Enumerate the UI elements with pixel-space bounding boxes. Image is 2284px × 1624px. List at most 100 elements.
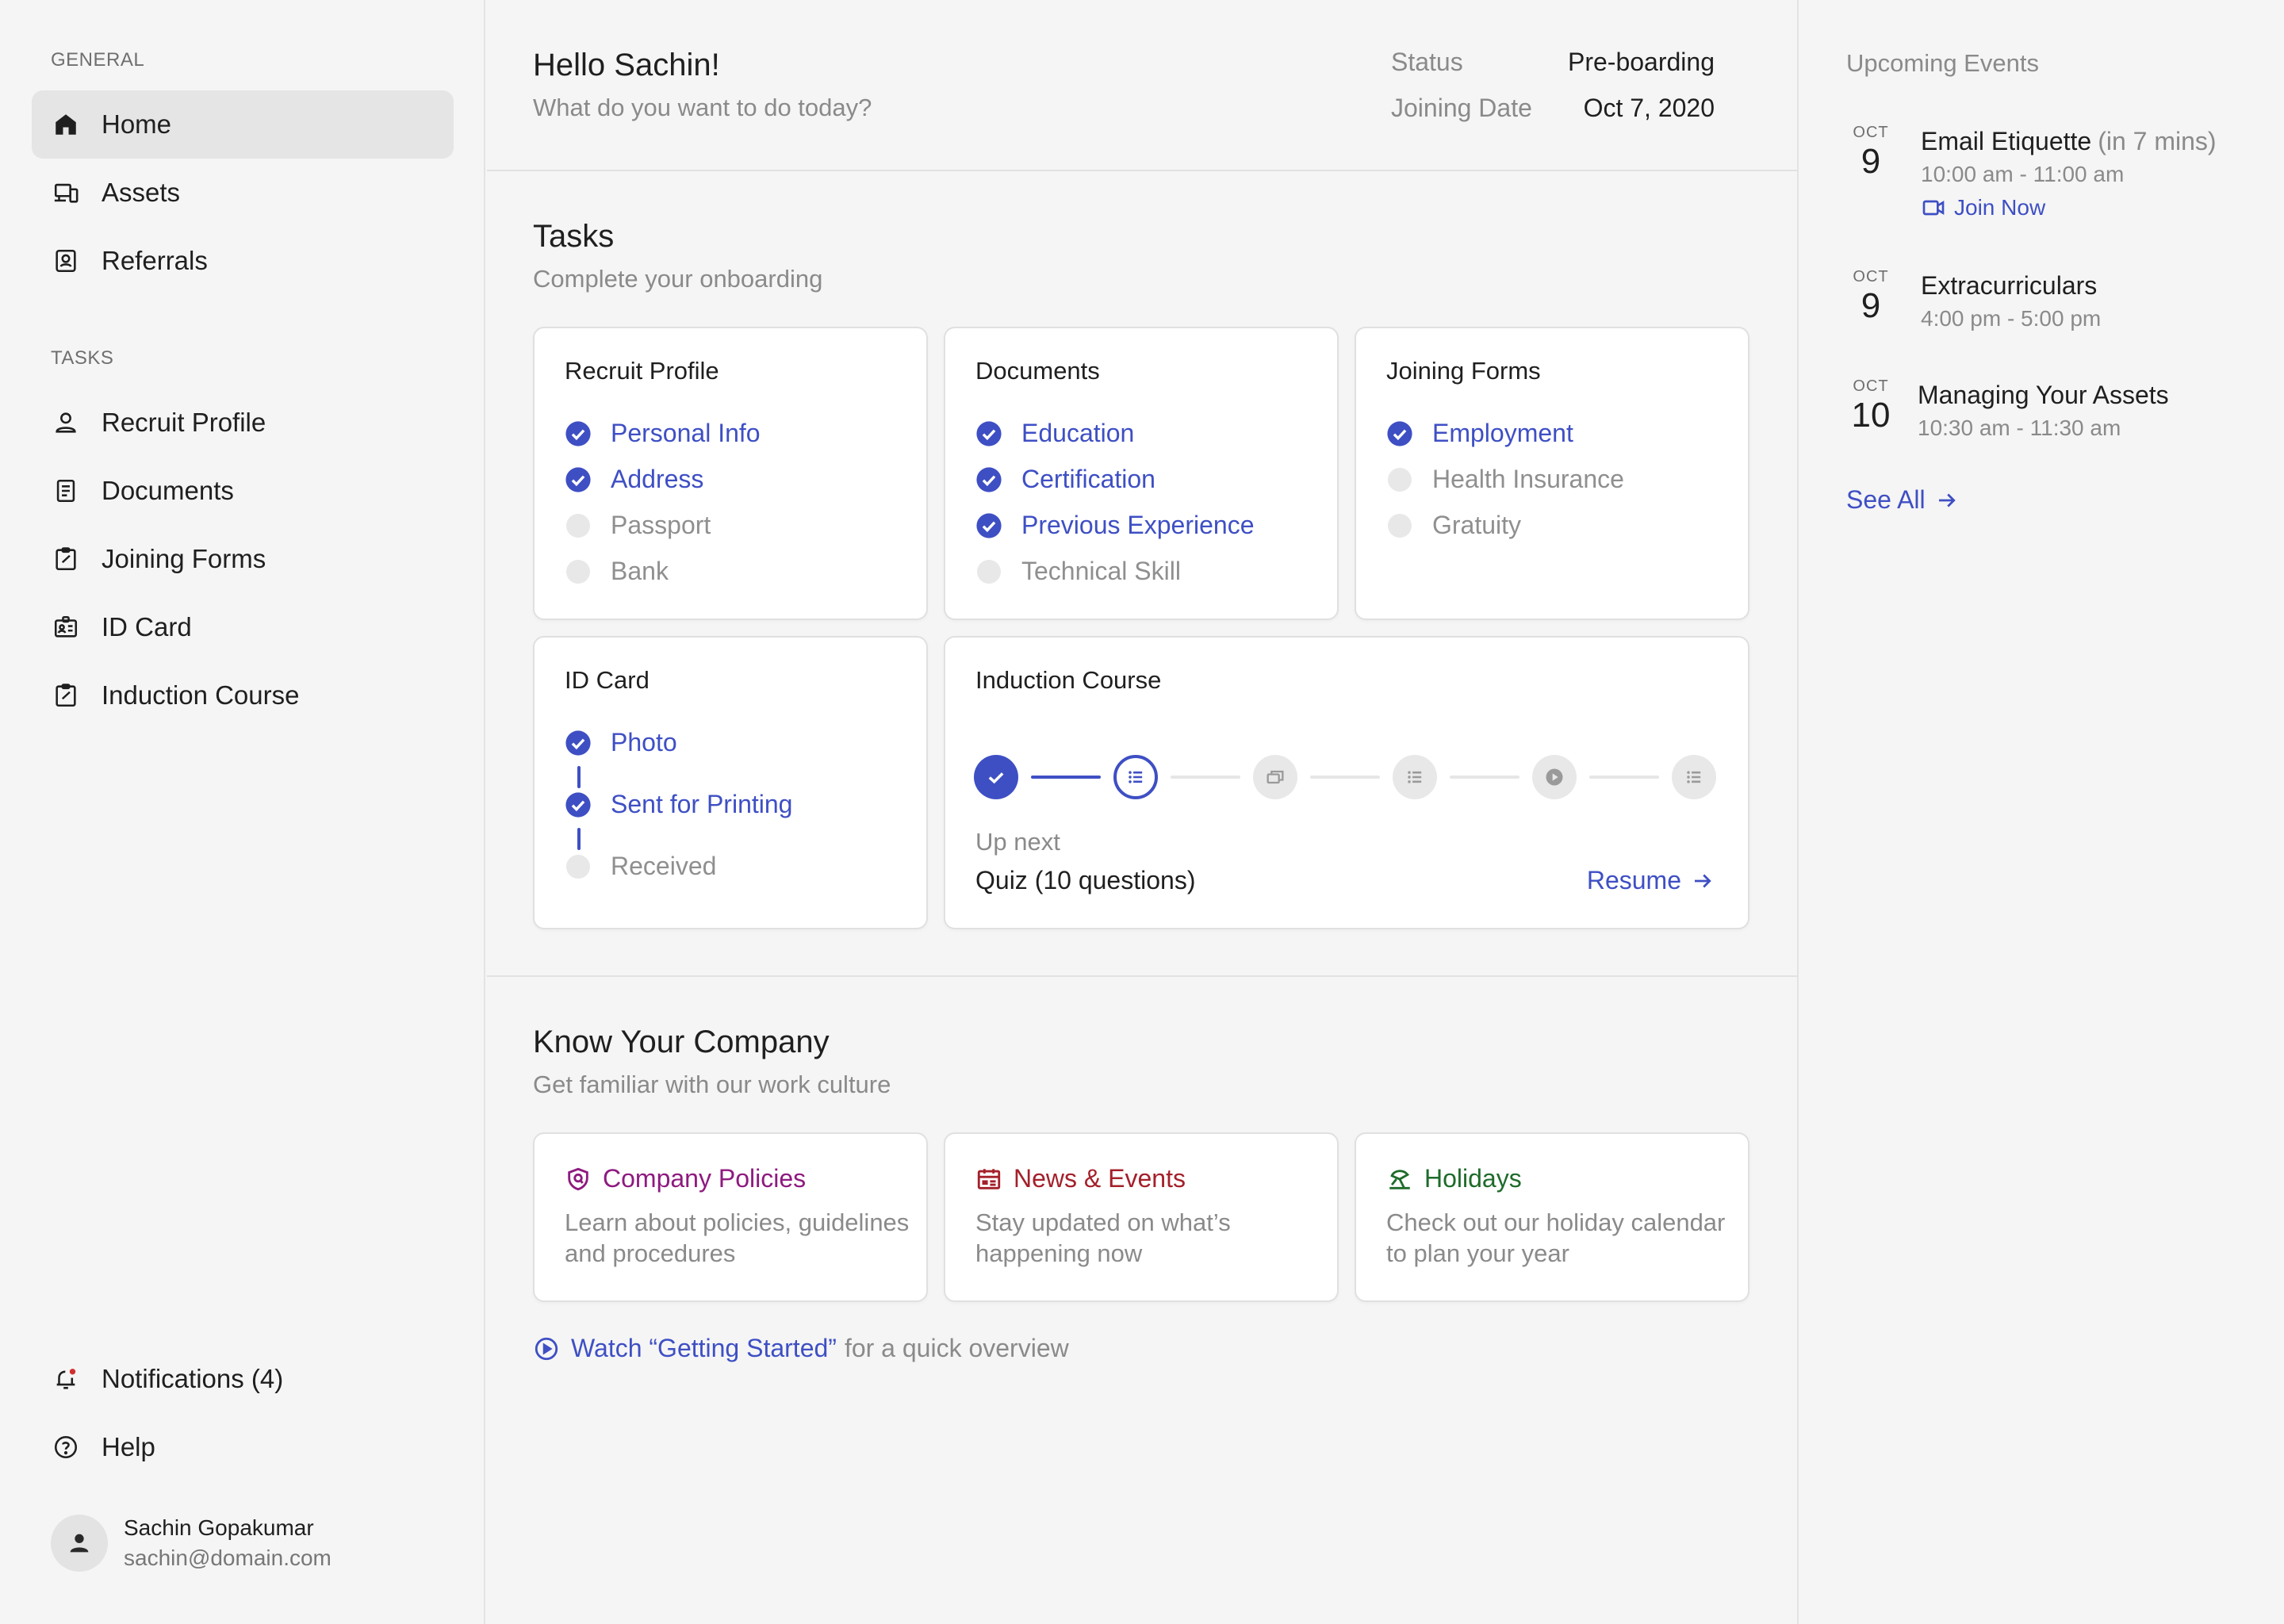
- card-title: Joining Forms: [1386, 357, 1541, 385]
- sidebar-item-label: Recruit Profile: [102, 408, 266, 437]
- sidebar-item-documents[interactable]: Documents: [32, 457, 454, 525]
- check-circle-icon: [975, 512, 1002, 539]
- sidebar-item-joining-forms[interactable]: Joining Forms: [32, 525, 454, 593]
- course-step-slides[interactable]: [1253, 755, 1297, 799]
- user-profile[interactable]: Sachin Gopakumar sachin@domain.com: [51, 1513, 331, 1573]
- course-step-quiz[interactable]: [1672, 755, 1716, 799]
- task-item-photo[interactable]: Photo: [565, 728, 677, 757]
- card-title: Company Policies: [565, 1164, 806, 1193]
- main-content: Hello Sachin! What do you want to do tod…: [487, 0, 1799, 1624]
- status-label: Status: [1391, 48, 1463, 76]
- course-step-video[interactable]: [1532, 755, 1577, 799]
- event-item[interactable]: OCT 9 Extracurriculars 4:00 pm - 5:00 pm: [1846, 268, 2259, 347]
- course-step-completed[interactable]: [974, 755, 1018, 799]
- sidebar-item-label: Home: [102, 109, 172, 139]
- sidebar-item-recruit-profile[interactable]: Recruit Profile: [32, 389, 454, 457]
- event-date: OCT 9: [1853, 268, 1889, 325]
- resume-button[interactable]: Resume: [1587, 866, 1715, 895]
- watch-video-link[interactable]: Watch “Getting Started”: [571, 1334, 837, 1363]
- event-item[interactable]: OCT 9 Email Etiquette (in 7 mins) 10:00 a…: [1846, 124, 2259, 235]
- sidebar-item-help[interactable]: Help: [32, 1413, 454, 1481]
- task-item-bank[interactable]: Bank: [565, 557, 669, 586]
- documents-card[interactable]: Documents Education Certification Previo…: [944, 327, 1339, 620]
- check-circle-icon: [975, 466, 1002, 493]
- calendar-icon: [977, 1168, 1001, 1189]
- arrow-right-icon: [1938, 493, 1956, 507]
- play-circle-icon: [535, 1337, 558, 1360]
- task-item-previous-experience[interactable]: Previous Experience: [975, 511, 1254, 540]
- check-circle-icon: [565, 791, 592, 818]
- joining-date-value: Oct 7, 2020: [1583, 94, 1715, 122]
- course-step-current[interactable]: [1113, 755, 1158, 799]
- step-connector: [1450, 776, 1519, 779]
- sidebar-item-home[interactable]: Home: [32, 90, 454, 159]
- section-divider: [487, 975, 1797, 977]
- sidebar-item-referrals[interactable]: Referrals: [32, 227, 454, 295]
- sidebar-item-label: Assets: [102, 178, 181, 207]
- task-item-gratuity[interactable]: Gratuity: [1386, 511, 1521, 540]
- watch-getting-started: Watch “Getting Started” for a quick over…: [533, 1334, 1069, 1363]
- task-item-passport[interactable]: Passport: [565, 511, 711, 540]
- tasks-subtitle: Complete your onboarding: [533, 265, 823, 293]
- induction-course-card[interactable]: Induction Course Up next Quiz (10 questi…: [944, 636, 1749, 929]
- task-item-address[interactable]: Address: [565, 465, 703, 494]
- company-subtitle: Get familiar with our work culture: [533, 1071, 891, 1098]
- home-icon: [52, 111, 79, 138]
- course-step-reading[interactable]: [1393, 755, 1437, 799]
- joining-date-label: Joining Date: [1391, 94, 1532, 122]
- id-card-card[interactable]: ID Card Photo Sent for Printing Received: [533, 636, 928, 929]
- check-circle-icon: [565, 420, 592, 447]
- page-title: Hello Sachin!: [533, 48, 720, 82]
- event-date: OCT 10: [1851, 377, 1891, 435]
- video-camera-icon: [1922, 200, 1945, 216]
- arrow-right-icon: [1695, 874, 1711, 887]
- event-time: 4:00 pm - 5:00 pm: [1921, 306, 2102, 331]
- check-icon: [988, 772, 1004, 784]
- event-date: OCT 9: [1853, 124, 1889, 181]
- sidebar-item-notifications[interactable]: Notifications (4): [32, 1345, 454, 1413]
- company-policies-card[interactable]: Company Policies Learn about policies, g…: [533, 1132, 928, 1302]
- task-item-received[interactable]: Received: [565, 852, 716, 881]
- sidebar-item-label: Referrals: [102, 246, 208, 275]
- person-icon: [52, 409, 79, 436]
- up-next-item: Quiz (10 questions): [975, 866, 1196, 894]
- card-title: Induction Course: [975, 666, 1162, 694]
- event-name: Email Etiquette (in 7 mins): [1921, 127, 2217, 155]
- recruit-profile-card[interactable]: Recruit Profile Personal Info Address Pa…: [533, 327, 928, 620]
- task-item-health-insurance[interactable]: Health Insurance: [1386, 465, 1624, 494]
- empty-circle-icon: [975, 558, 1002, 585]
- up-next-label: Up next: [975, 828, 1060, 856]
- news-events-card[interactable]: News & Events Stay updated on what’s hap…: [944, 1132, 1339, 1302]
- devices-icon: [52, 179, 79, 206]
- task-item-certification[interactable]: Certification: [975, 465, 1155, 494]
- user-name: Sachin Gopakumar: [124, 1515, 314, 1540]
- event-time: 10:00 am - 11:00 am: [1921, 162, 2125, 186]
- task-item-technical-skill[interactable]: Technical Skill: [975, 557, 1181, 586]
- tasks-section-label: TASKS: [51, 347, 114, 369]
- task-item-education[interactable]: Education: [975, 419, 1134, 448]
- empty-circle-icon: [1386, 512, 1413, 539]
- event-countdown: (in 7 mins): [2098, 127, 2217, 155]
- joining-forms-card[interactable]: Joining Forms Employment Health Insuranc…: [1355, 327, 1749, 620]
- event-item[interactable]: OCT 10 Managing Your Assets 10:30 am - 1…: [1846, 377, 2259, 457]
- shield-icon: [568, 1167, 588, 1190]
- empty-circle-icon: [565, 512, 592, 539]
- card-description: Check out our holiday calendar to plan y…: [1386, 1208, 1726, 1267]
- sidebar-item-id-card[interactable]: ID Card: [32, 593, 454, 661]
- see-all-link[interactable]: See All: [1846, 485, 1959, 515]
- event-time: 10:30 am - 11:30 am: [1918, 416, 2121, 440]
- task-item-sent-for-printing[interactable]: Sent for Printing: [565, 790, 792, 819]
- list-icon: [1687, 771, 1701, 783]
- holidays-card[interactable]: Holidays Check out our holiday calendar …: [1355, 1132, 1749, 1302]
- sidebar-item-label: Documents: [102, 476, 234, 505]
- sidebar-item-label: Induction Course: [102, 680, 300, 710]
- task-item-employment[interactable]: Employment: [1386, 419, 1573, 448]
- sidebar-item-label: Notifications (4): [102, 1364, 284, 1393]
- card-description: Learn about policies, guidelines and pro…: [565, 1208, 910, 1267]
- join-now-link[interactable]: Join Now: [1921, 190, 2217, 225]
- sidebar-item-assets[interactable]: Assets: [32, 159, 454, 227]
- task-item-personal-info[interactable]: Personal Info: [565, 419, 761, 448]
- sidebar-item-induction-course[interactable]: Induction Course: [32, 661, 454, 730]
- status-value: Pre-boarding: [1568, 48, 1715, 76]
- list-icon: [1408, 771, 1422, 783]
